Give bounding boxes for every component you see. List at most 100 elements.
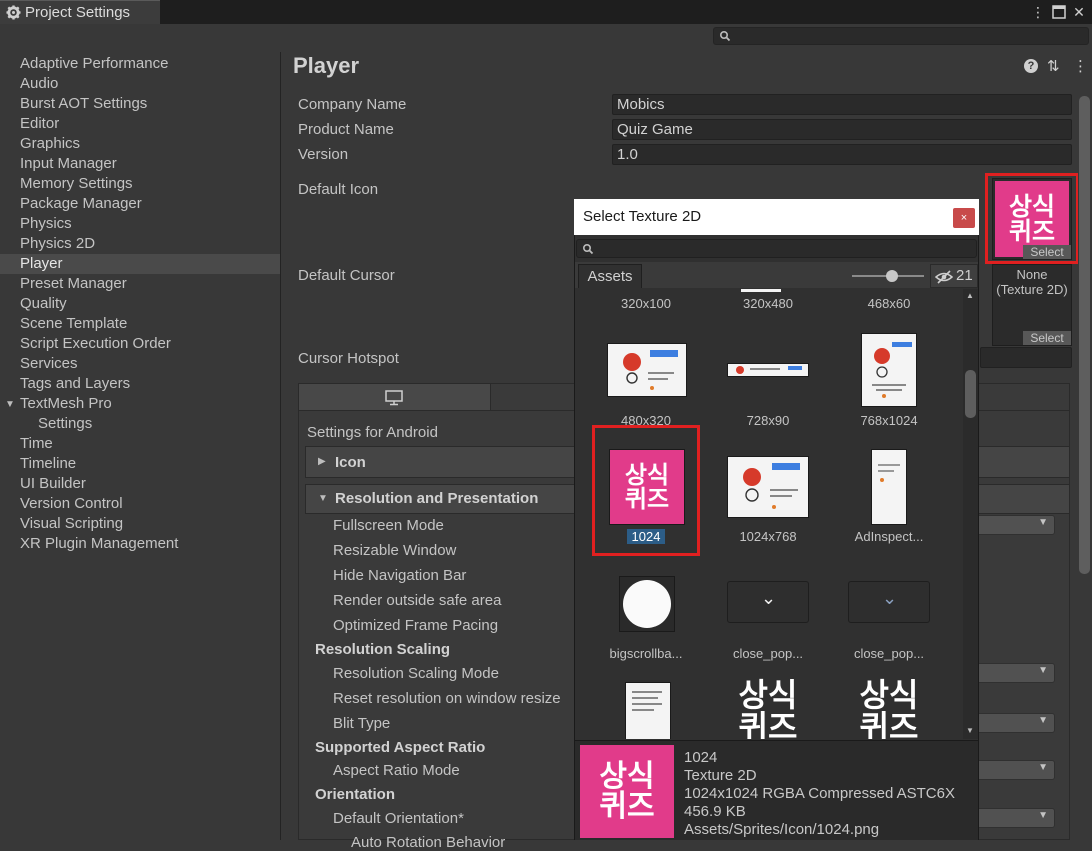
sidebar-item-editor[interactable]: Editor [0,114,280,134]
gear-icon [6,5,21,20]
texture-thumbnail-document[interactable] [625,682,671,739]
sidebar-item-scene-template[interactable]: Scene Template [0,314,280,334]
sidebar-item-timeline[interactable]: Timeline [0,454,280,474]
cursor-hotspot-field[interactable] [980,347,1072,368]
sidebar-item-player[interactable]: Player [0,254,280,274]
expand-arrow-icon[interactable]: ▼ [5,399,15,410]
maximize-icon[interactable] [1050,2,1068,22]
close-icon[interactable]: ✕ [1070,2,1088,22]
sidebar-item-time[interactable]: Time [0,434,280,454]
hidden-count-toggle[interactable]: 21 [930,264,978,288]
cursor-hotspot-label: Cursor Hotspot [298,350,399,367]
more-options-icon[interactable]: ⋮ [1073,57,1088,75]
texture-thumbnail-728x90[interactable] [727,363,809,377]
texture-thumbnail-1024x768[interactable] [727,456,809,518]
scroll-up-icon: ▲ [966,291,974,300]
texture-thumbnail-768x1024[interactable] [861,333,917,407]
texture-search-input[interactable] [576,239,977,258]
texture-thumbnail-logo-white-1[interactable]: 상식 퀴즈 [725,679,811,739]
settings-search-input[interactable] [713,27,1089,45]
sidebar-item-visual-scripting[interactable]: Visual Scripting [0,514,280,534]
tab-android[interactable] [492,384,574,410]
sidebar-item-burst-aot[interactable]: Burst AOT Settings [0,94,280,114]
sidebar-item-services[interactable]: Services [0,354,280,374]
settings-sidebar: Adaptive Performance Audio Burst AOT Set… [0,52,281,840]
sidebar-item-input-manager[interactable]: Input Manager [0,154,280,174]
sidebar-item-memory-settings[interactable]: Memory Settings [0,174,280,194]
cursor-none-label: None [1016,267,1048,282]
resizable-window-label: Resizable Window [333,542,457,559]
preview-size: 456.9 KB [684,803,746,820]
sidebar-item-audio[interactable]: Audio [0,74,280,94]
texture-thumbnail-bigscrollbar[interactable] [619,576,675,632]
dialog-scrollbar-thumb[interactable] [965,370,976,418]
dialog-title: Select Texture 2D [574,199,979,235]
company-name-field[interactable]: Mobics [612,94,1072,115]
grid-item-caption[interactable]: close_pop... [834,646,944,661]
preview-name: 1024 [684,749,718,766]
chevron-down-icon: ⌄ [761,588,777,608]
grid-item-caption[interactable]: 320x100 [591,296,701,311]
title-bar [0,0,1092,24]
dialog-scrollbar[interactable]: ▲ ▼ [963,289,978,739]
sidebar-item-ui-builder[interactable]: UI Builder [0,474,280,494]
dialog-close-button[interactable]: × [953,208,975,228]
texture-thumbnail-close-popup-2[interactable]: ⌄ [848,581,930,623]
aspect-ratio-mode-label: Aspect Ratio Mode [333,762,460,779]
texture-thumbnail-close-popup-1[interactable]: ⌄ [727,581,809,623]
grid-item-caption[interactable]: 468x60 [834,296,944,311]
collapsed-arrow-icon: ▶ [318,456,326,467]
grid-item-caption[interactable]: AdInspect... [834,529,944,544]
grid-item-caption[interactable]: 320x480 [713,296,823,311]
sidebar-item-quality[interactable]: Quality [0,294,280,314]
slider-handle[interactable] [886,270,898,282]
texture-thumbnail-adinspector[interactable] [871,449,907,525]
product-name-field[interactable]: Quiz Game [612,119,1072,140]
version-field[interactable]: 1.0 [612,144,1072,165]
texture-thumbnail-logo-white-2[interactable]: 상식 퀴즈 [846,679,932,739]
cursor-select-button[interactable]: Select [1023,331,1071,345]
sidebar-item-adaptive-performance[interactable]: Adaptive Performance [0,54,280,74]
monitor-icon [385,390,403,406]
settings-for-android-label: Settings for Android [307,424,438,441]
default-cursor-slot[interactable]: None (Texture 2D) Select [992,264,1072,346]
sidebar-item-textmesh-pro[interactable]: TextMesh Pro [0,394,280,414]
sidebar-item-tags-and-layers[interactable]: Tags and Layers [0,374,280,394]
window-title: Project Settings [25,4,131,21]
tab-standalone[interactable] [299,384,491,410]
preset-icon[interactable]: ⇅ [1047,57,1060,75]
tab-assets[interactable]: Assets [578,264,642,288]
kebab-icon[interactable]: ⋮ [1029,2,1047,22]
window-tab[interactable]: Project Settings [0,0,160,24]
version-label: Version [298,146,349,163]
grid-item-caption[interactable]: 768x1024 [834,413,944,428]
hide-navigation-bar-label: Hide Navigation Bar [333,567,467,584]
sidebar-item-textmesh-settings[interactable]: Settings [0,414,280,434]
grid-item-caption[interactable]: bigscrollba... [591,646,701,661]
sidebar-item-script-execution-order[interactable]: Script Execution Order [0,334,280,354]
scroll-down-icon: ▼ [966,726,974,735]
chevron-down-icon: ⌄ [882,588,898,608]
preview-image: 상식 퀴즈 [580,745,674,838]
default-orientation-label: Default Orientation* [333,810,464,827]
sidebar-item-version-control[interactable]: Version Control [0,494,280,514]
sidebar-item-physics[interactable]: Physics [0,214,280,234]
hidden-count: 21 [956,267,973,284]
thumb-partial [741,289,781,292]
sidebar-item-xr-plugin-management[interactable]: XR Plugin Management [0,534,280,554]
default-icon-label: Default Icon [298,181,379,198]
texture-thumbnail-480x320[interactable] [607,343,687,397]
grid-item-caption[interactable]: 728x90 [713,413,823,428]
sidebar-item-physics-2d[interactable]: Physics 2D [0,234,280,254]
grid-item-caption[interactable]: close_pop... [713,646,823,661]
preview-path: Assets/Sprites/Icon/1024.png [684,821,880,838]
blit-type-label: Blit Type [333,715,391,732]
grid-item-caption[interactable]: 1024x768 [713,529,823,544]
sidebar-item-preset-manager[interactable]: Preset Manager [0,274,280,294]
sidebar-item-graphics[interactable]: Graphics [0,134,280,154]
main-scrollbar-thumb[interactable] [1079,96,1090,574]
default-cursor-label: Default Cursor [298,267,395,284]
expanded-arrow-icon: ▼ [318,493,328,504]
help-icon[interactable]: ? [1024,59,1038,73]
sidebar-item-package-manager[interactable]: Package Manager [0,194,280,214]
